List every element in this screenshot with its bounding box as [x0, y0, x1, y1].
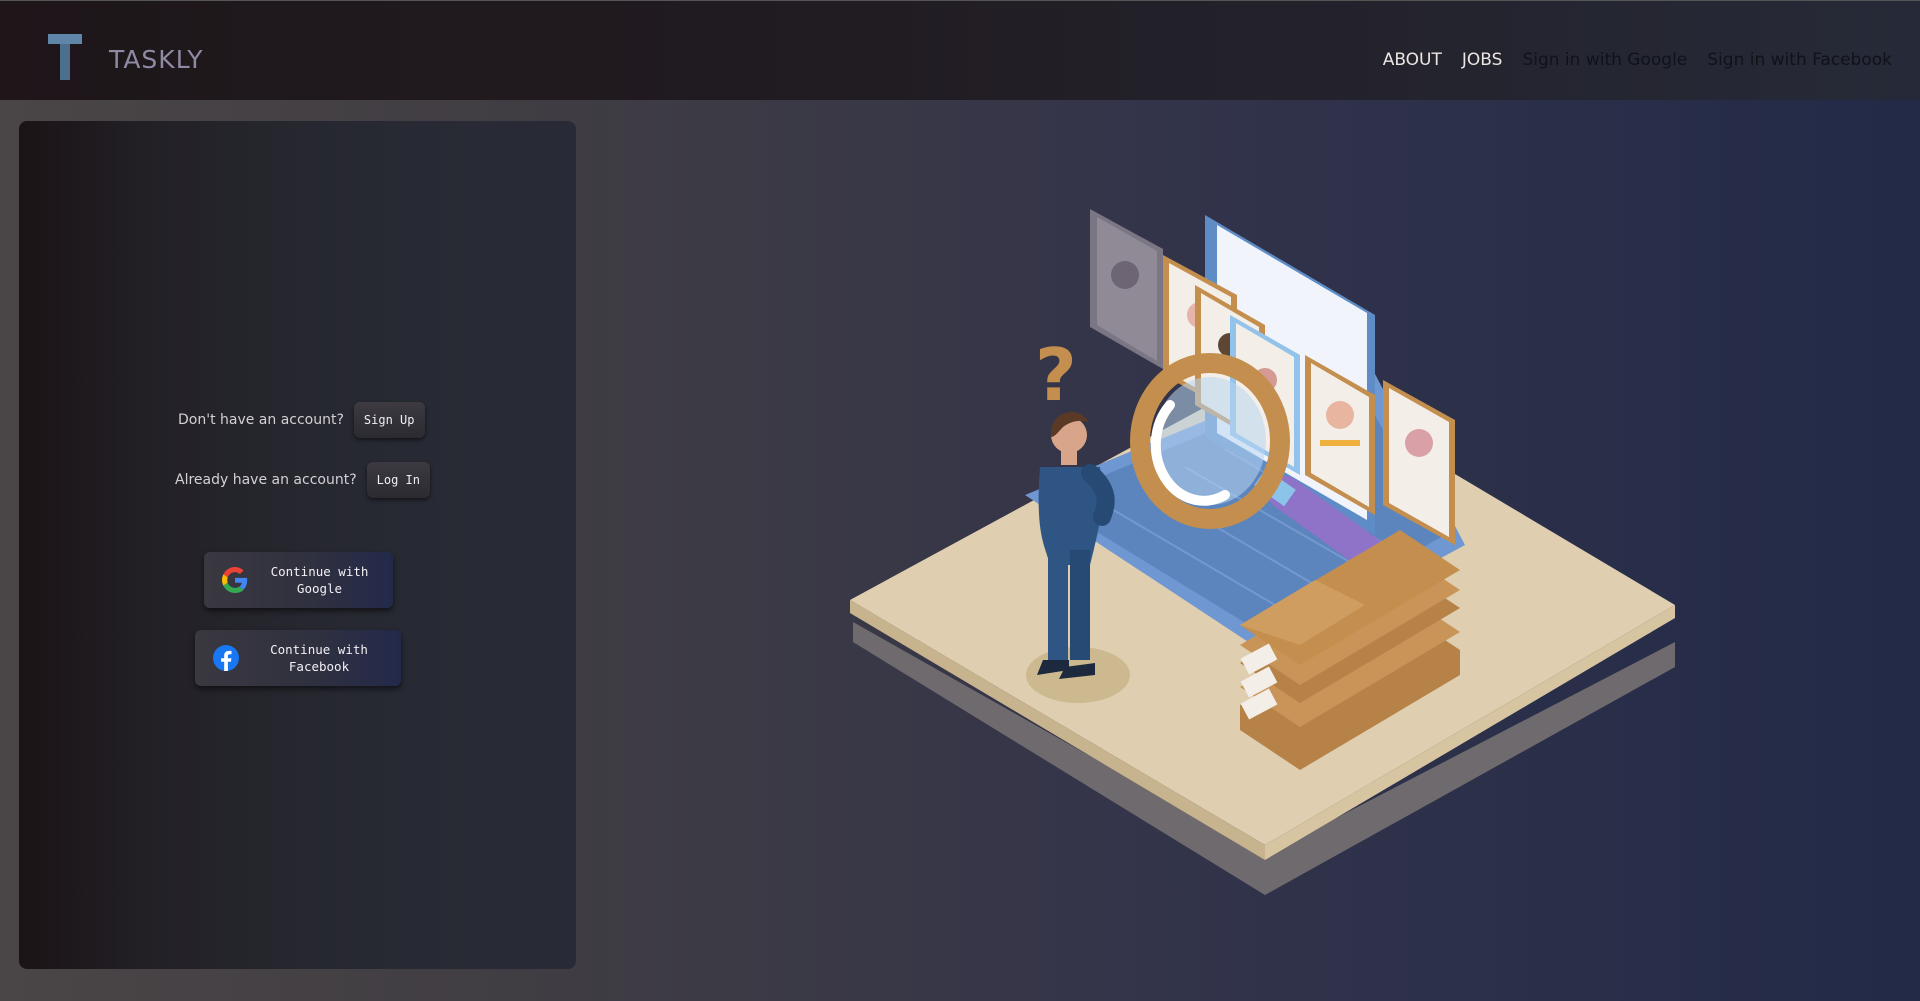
nav-about-link[interactable]: ABOUT — [1383, 50, 1442, 70]
main-nav: ABOUT JOBS Sign in with Google Sign in w… — [1383, 50, 1892, 70]
taskly-logo-icon[interactable] — [48, 34, 82, 80]
nav-jobs-link[interactable]: JOBS — [1462, 50, 1503, 70]
facebook-button-label: Continue with Facebook — [270, 642, 368, 674]
auth-panel: Don't have an account? Sign Up Already h… — [19, 121, 576, 969]
signup-prompt: Don't have an account? — [178, 412, 344, 428]
nav-google-signin-link[interactable]: Sign in with Google — [1522, 50, 1687, 70]
google-icon — [222, 567, 248, 593]
brand-name[interactable]: TASKLY — [109, 45, 204, 74]
login-button[interactable]: Log In — [366, 462, 430, 498]
signup-button[interactable]: Sign Up — [353, 402, 425, 438]
signup-row: Don't have an account? Sign Up — [178, 402, 425, 438]
continue-with-facebook-button[interactable]: Continue with Facebook — [195, 630, 401, 686]
login-row: Already have an account? Log In — [175, 462, 430, 498]
job-search-illustration: ? — [850, 209, 1675, 895]
continue-with-google-button[interactable]: Continue with Google — [204, 552, 393, 608]
nav-facebook-signin-link[interactable]: Sign in with Facebook — [1707, 50, 1892, 70]
svg-text:?: ? — [1035, 333, 1077, 417]
login-prompt: Already have an account? — [175, 472, 357, 488]
top-navbar: TASKLY ABOUT JOBS Sign in with Google Si… — [0, 0, 1920, 100]
facebook-icon — [213, 645, 239, 671]
google-button-label: Continue with Google — [270, 564, 369, 596]
